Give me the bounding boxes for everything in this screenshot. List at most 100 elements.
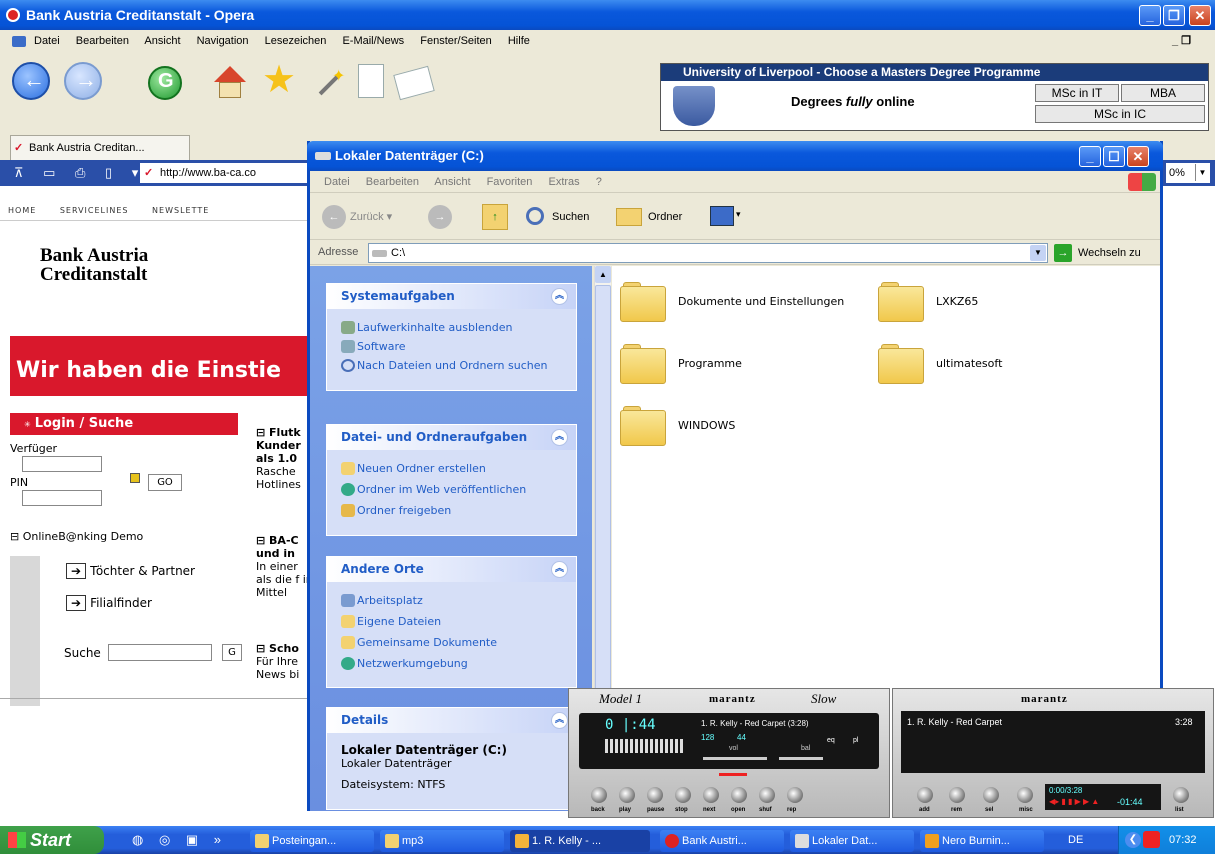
new-page-icon[interactable] bbox=[358, 64, 384, 98]
task-software[interactable]: Software bbox=[327, 340, 576, 353]
back-icon[interactable]: ← bbox=[12, 62, 50, 100]
player-seek-indicator[interactable] bbox=[719, 773, 747, 776]
collapse-icon[interactable]: ︽ bbox=[551, 712, 568, 729]
mini-controls-icon[interactable]: ◀▸ ▮ ▮ ▶ ▶ ▲ bbox=[1049, 797, 1099, 806]
back-button[interactable]: ← Zurück ▾ bbox=[322, 205, 392, 229]
explorer-menu-datei[interactable]: Datei bbox=[324, 176, 350, 188]
nav-servicelines[interactable]: SERVICELINES bbox=[60, 206, 129, 215]
quicklaunch-icons[interactable]: ◍ ◎ ▣ » bbox=[132, 832, 227, 848]
playlist-sel-button[interactable] bbox=[983, 787, 999, 803]
tray-antivirus-icon[interactable] bbox=[1143, 831, 1160, 848]
suche-go-button[interactable]: G bbox=[222, 644, 242, 661]
place-shared-documents[interactable]: Gemeinsame Dokumente bbox=[327, 636, 576, 649]
place-my-documents[interactable]: Eigene Dateien bbox=[327, 615, 576, 628]
address-dropdown-icon[interactable]: ▼ bbox=[1030, 245, 1046, 261]
pl-button[interactable]: pl bbox=[853, 737, 858, 744]
place-my-computer[interactable]: Arbeitsplatz bbox=[327, 594, 576, 607]
stop-button[interactable] bbox=[675, 787, 691, 803]
forward-button[interactable]: → bbox=[428, 205, 452, 229]
nav-newsletter[interactable]: NEWSLETTE bbox=[152, 206, 209, 215]
details-header[interactable]: Details ︽ bbox=[327, 708, 576, 733]
search-button[interactable]: Suchen bbox=[522, 205, 589, 229]
menu-fenster[interactable]: Fenster/Seiten bbox=[420, 35, 492, 47]
collapse-icon[interactable]: ︽ bbox=[551, 561, 568, 578]
pin-input[interactable] bbox=[22, 490, 102, 506]
playlist-misc-button[interactable] bbox=[1017, 787, 1033, 803]
play-button[interactable] bbox=[619, 787, 635, 803]
up-folder-icon[interactable]: ↑ bbox=[482, 204, 508, 230]
open-button[interactable] bbox=[731, 787, 747, 803]
folder-item[interactable]: WINDOWS bbox=[620, 406, 870, 452]
folder-item[interactable]: LXKZ65 bbox=[878, 282, 1078, 328]
tray-icon[interactable]: ❮ bbox=[1125, 832, 1141, 848]
folder-item[interactable]: Programme bbox=[620, 344, 870, 390]
menu-bearbeiten[interactable]: Bearbeiten bbox=[76, 35, 129, 47]
other-places-header[interactable]: Andere Orte ︽ bbox=[327, 557, 576, 582]
volume-slider[interactable] bbox=[703, 757, 767, 760]
explorer-minimize-button[interactable]: _ bbox=[1079, 146, 1101, 167]
mba-button[interactable]: MBA bbox=[1121, 84, 1205, 102]
zoom-select[interactable]: 0% ▼ bbox=[1166, 163, 1210, 183]
pause-button[interactable] bbox=[647, 787, 663, 803]
opera-menu-icon[interactable] bbox=[12, 36, 26, 47]
addressbar-tools-icon[interactable]: ⊼ ▭ ⎙ ▯ ▾ bbox=[14, 165, 146, 181]
mail-icon[interactable] bbox=[393, 65, 435, 101]
explorer-close-button[interactable]: ✕ bbox=[1127, 146, 1149, 167]
go-button[interactable]: → Wechseln zu bbox=[1054, 243, 1141, 263]
reload-icon[interactable]: G bbox=[148, 66, 182, 100]
playlist-add-button[interactable] bbox=[917, 787, 933, 803]
collapse-icon[interactable]: ︽ bbox=[551, 429, 568, 446]
task-new-folder[interactable]: Neuen Ordner erstellen bbox=[327, 462, 576, 475]
taskbar-item-player[interactable]: 1. R. Kelly - ... bbox=[510, 830, 650, 852]
menu-datei[interactable]: Datei bbox=[34, 35, 60, 47]
balance-slider[interactable] bbox=[779, 757, 823, 760]
verfuger-input[interactable] bbox=[22, 456, 102, 472]
filialfinder-link[interactable]: ➔ Filialfinder bbox=[66, 595, 152, 611]
forward-icon[interactable]: → bbox=[64, 62, 102, 100]
nav-home[interactable]: HOME bbox=[8, 206, 36, 215]
playlist-rem-button[interactable] bbox=[949, 787, 965, 803]
shuf-button[interactable] bbox=[759, 787, 775, 803]
bookmark-star-icon[interactable]: ★ bbox=[262, 60, 296, 100]
place-network[interactable]: Netzwerkumgebung bbox=[327, 657, 576, 670]
tab-bank-austria[interactable]: ✓ Bank Austria Creditan... bbox=[10, 135, 190, 160]
address-input[interactable]: ✓ http://www.ba-ca.co bbox=[140, 163, 310, 183]
demo-link[interactable]: ⊟ OnlineB@nking Demo bbox=[10, 530, 143, 543]
folders-button[interactable]: Ordner bbox=[616, 205, 682, 229]
rep-button[interactable] bbox=[787, 787, 803, 803]
taskbar-item-explorer[interactable]: Lokaler Dat... bbox=[790, 830, 914, 852]
file-tasks-header[interactable]: Datei- und Ordneraufgaben ︽ bbox=[327, 425, 576, 450]
go-button[interactable]: GO bbox=[148, 474, 182, 491]
scroll-up-icon[interactable]: ▲ bbox=[595, 266, 611, 283]
menu-hilfe[interactable]: Hilfe bbox=[508, 35, 530, 47]
close-button[interactable]: ✕ bbox=[1189, 5, 1211, 26]
explorer-menu-extras[interactable]: Extras bbox=[548, 176, 579, 188]
toechter-link[interactable]: ➔ Töchter & Partner bbox=[66, 563, 195, 579]
liverpool-ad[interactable]: University of Liverpool - Choose a Maste… bbox=[660, 63, 1209, 131]
playlist-list-button[interactable] bbox=[1173, 787, 1189, 803]
maximize-button[interactable]: ❐ bbox=[1163, 5, 1185, 26]
menu-email[interactable]: E-Mail/News bbox=[342, 35, 404, 47]
language-indicator[interactable]: DE bbox=[1068, 834, 1083, 846]
minimize-button[interactable]: _ bbox=[1139, 5, 1161, 26]
menu-ansicht[interactable]: Ansicht bbox=[144, 35, 180, 47]
explorer-menu-help[interactable]: ? bbox=[596, 176, 602, 188]
msc-ic-button[interactable]: MSc in IC bbox=[1035, 105, 1205, 123]
taskbar-item-posteingang[interactable]: Posteingan... bbox=[250, 830, 374, 852]
task-share-folder[interactable]: Ordner freigeben bbox=[327, 504, 576, 517]
explorer-menu-favoriten[interactable]: Favoriten bbox=[487, 176, 533, 188]
taskbar-item-mp3[interactable]: mp3 bbox=[380, 830, 504, 852]
taskbar-item-opera[interactable]: Bank Austri... bbox=[660, 830, 784, 852]
views-button[interactable]: ▾ bbox=[710, 206, 746, 228]
folder-item[interactable]: Dokumente und Einstellungen bbox=[620, 282, 870, 328]
task-publish-web[interactable]: Ordner im Web veröffentlichen bbox=[327, 483, 576, 496]
explorer-menu-bearbeiten[interactable]: Bearbeiten bbox=[366, 176, 419, 188]
folder-item[interactable]: ultimatesoft bbox=[878, 344, 1078, 390]
menu-lesezeichen[interactable]: Lesezeichen bbox=[265, 35, 327, 47]
bank-banner[interactable]: Wir haben die Einstie bbox=[10, 336, 320, 396]
collapse-icon[interactable]: ︽ bbox=[551, 288, 568, 305]
system-tasks-header[interactable]: Systemaufgaben ︽ bbox=[327, 284, 576, 309]
taskbar-item-nero[interactable]: Nero Burnin... bbox=[920, 830, 1044, 852]
wand-icon[interactable]: ✦ bbox=[310, 66, 346, 100]
playlist-track[interactable]: 1. R. Kelly - Red Carpet bbox=[907, 717, 1002, 727]
